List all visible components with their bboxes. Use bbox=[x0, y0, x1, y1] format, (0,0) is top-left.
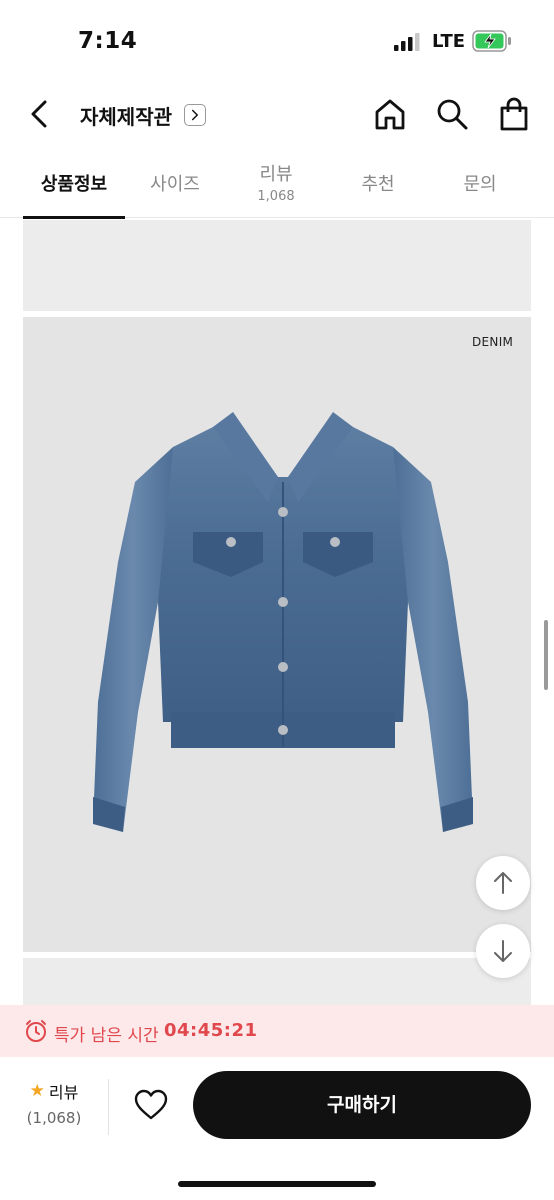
image-caption: DENIM bbox=[472, 335, 514, 349]
denim-jacket-image bbox=[93, 412, 473, 832]
tab-bar: 상품정보 사이즈 리뷰 1,068 추천 문의 bbox=[0, 150, 554, 219]
tab-inquiry[interactable]: 문의 bbox=[429, 150, 531, 218]
tab-product-info[interactable]: 상품정보 bbox=[23, 150, 125, 219]
back-icon[interactable] bbox=[24, 96, 56, 132]
image-panel-bottom bbox=[23, 958, 531, 1008]
network-label: LTE bbox=[432, 31, 466, 52]
status-bar: 7:14 LTE bbox=[0, 0, 554, 80]
tab-review-count: 1,068 bbox=[257, 189, 295, 204]
scroll-up-button[interactable] bbox=[476, 856, 530, 910]
review-count: (1,068) bbox=[26, 1109, 82, 1127]
tab-label: 리뷰 bbox=[259, 164, 293, 185]
tab-size[interactable]: 사이즈 bbox=[125, 150, 225, 218]
home-indicator bbox=[178, 1181, 376, 1187]
divider bbox=[108, 1079, 109, 1135]
review-summary-label-row: ★ 리뷰 bbox=[18, 1079, 90, 1103]
tab-review[interactable]: 리뷰 1,068 bbox=[225, 150, 327, 218]
tab-label: 문의 bbox=[463, 174, 497, 195]
home-icon[interactable] bbox=[372, 96, 408, 132]
star-icon: ★ bbox=[29, 1081, 45, 1101]
buy-button[interactable]: 구매하기 bbox=[193, 1071, 531, 1139]
product-image-panel: DENIM bbox=[23, 317, 531, 952]
sale-countdown-bar: 특가 남은 시간 04:45:21 bbox=[0, 1005, 554, 1057]
shop-title[interactable]: 자체제작관 bbox=[80, 101, 172, 130]
review-label: 리뷰 bbox=[48, 1083, 79, 1102]
signal-icon bbox=[394, 33, 420, 51]
bottom-purchase-bar: ★ 리뷰 (1,068) 구매하기 bbox=[0, 1057, 554, 1200]
scrollbar[interactable] bbox=[544, 620, 548, 690]
tab-recommend[interactable]: 추천 bbox=[327, 150, 429, 218]
tab-label: 사이즈 bbox=[150, 174, 200, 195]
tab-label: 상품정보 bbox=[40, 174, 108, 195]
review-summary[interactable]: ★ 리뷰 (1,068) bbox=[18, 1079, 90, 1127]
shopping-bag-icon[interactable] bbox=[496, 96, 532, 132]
clock-icon bbox=[26, 1020, 46, 1042]
chevron-right-icon[interactable] bbox=[184, 104, 206, 126]
tab-label: 추천 bbox=[361, 174, 395, 195]
top-header: 자체제작관 bbox=[0, 84, 554, 146]
battery-icon bbox=[472, 30, 511, 52]
heart-icon[interactable] bbox=[133, 1087, 169, 1123]
search-icon[interactable] bbox=[434, 96, 470, 132]
status-time: 7:14 bbox=[78, 28, 138, 54]
sale-label: 특가 남은 시간 bbox=[54, 1026, 159, 1046]
image-panel-top bbox=[23, 220, 531, 311]
scroll-down-button[interactable] bbox=[476, 924, 530, 978]
sale-timer: 04:45:21 bbox=[164, 1020, 258, 1041]
